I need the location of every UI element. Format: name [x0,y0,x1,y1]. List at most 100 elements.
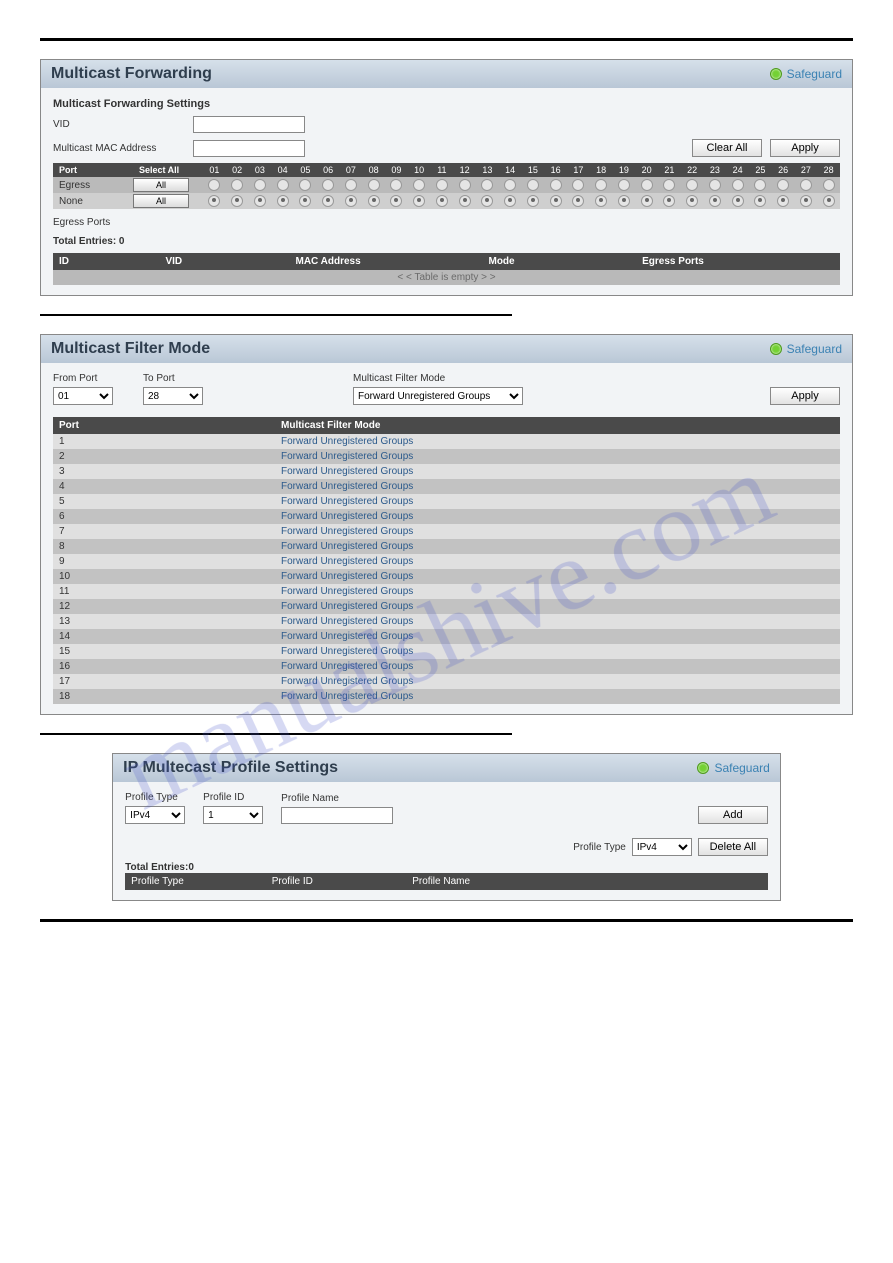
col-mode: Multicast Filter Mode [275,417,840,434]
port-radio[interactable] [504,195,516,207]
port-radio[interactable] [800,179,812,191]
port-radio[interactable] [459,179,471,191]
port-row: EgressAll [53,177,840,193]
port-radio[interactable] [732,179,744,191]
port-radio[interactable] [663,195,675,207]
mac-input[interactable] [193,140,305,157]
port-radio[interactable] [686,195,698,207]
port-radio[interactable] [322,195,334,207]
row-label: None [53,194,133,209]
port-radio[interactable] [413,195,425,207]
to-port-label: To Port [143,373,203,384]
profile-id-select[interactable]: 1 [203,806,263,824]
port-radio[interactable] [777,195,789,207]
port-radio[interactable] [709,179,721,191]
port-radio[interactable] [527,179,539,191]
port-radio[interactable] [436,195,448,207]
port-radio[interactable] [481,195,493,207]
col-port: Port [53,417,275,434]
cell-port: 6 [53,509,275,524]
port-radio[interactable] [572,195,584,207]
delete-profile-type-select[interactable]: IPv4 [632,838,692,856]
port-radio[interactable] [277,195,289,207]
port-grid: Port Select All 010203040506070809101112… [53,163,840,209]
port-radio[interactable] [413,179,425,191]
port-radio[interactable] [254,179,266,191]
cell-port: 13 [53,614,275,629]
port-radio[interactable] [595,179,607,191]
port-radio[interactable] [754,179,766,191]
apply-button[interactable]: Apply [770,139,840,157]
port-radio[interactable] [823,179,835,191]
cell-port: 3 [53,464,275,479]
add-button[interactable]: Add [698,806,768,824]
port-radio[interactable] [368,179,380,191]
port-num-header: 01 [203,163,226,177]
port-radio[interactable] [777,179,789,191]
port-radio[interactable] [618,179,630,191]
port-num-header: 11 [431,163,454,177]
apply-button[interactable]: Apply [770,387,840,405]
mode-label: Multicast Filter Mode [353,373,523,384]
total-entries: Total Entries: 0 [53,236,840,247]
delete-all-button[interactable]: Delete All [698,838,768,856]
port-radio[interactable] [527,195,539,207]
cell-mode: Forward Unregistered Groups [275,674,840,689]
port-radio[interactable] [390,195,402,207]
port-radio[interactable] [800,195,812,207]
from-port-select[interactable]: 01 [53,387,113,405]
select-all-button[interactable]: All [133,194,189,208]
port-num-header: 24 [726,163,749,177]
panel-header: Multicast Filter Mode Safeguard [41,335,852,363]
port-radio[interactable] [277,179,289,191]
port-radio[interactable] [254,195,266,207]
panel-title: Multicast Filter Mode [51,340,210,358]
safeguard-badge: Safeguard [697,761,769,775]
port-radio[interactable] [345,179,357,191]
port-radio[interactable] [390,179,402,191]
port-row: NoneAll [53,193,840,209]
port-radio[interactable] [641,195,653,207]
to-port-select[interactable]: 28 [143,387,203,405]
port-radio[interactable] [709,195,721,207]
cell-mode: Forward Unregistered Groups [275,479,840,494]
profile-type-select[interactable]: IPv4 [125,806,185,824]
select-all-button[interactable]: All [133,178,189,192]
port-radio[interactable] [345,195,357,207]
table-row: 18Forward Unregistered Groups [53,689,840,704]
port-radio[interactable] [663,179,675,191]
port-radio[interactable] [459,195,471,207]
table-row: 4Forward Unregistered Groups [53,479,840,494]
port-radio[interactable] [754,195,766,207]
filter-mode-select[interactable]: Forward Unregistered Groups [353,387,523,405]
table-row: 6Forward Unregistered Groups [53,509,840,524]
port-radio[interactable] [481,179,493,191]
port-radio[interactable] [823,195,835,207]
port-radio[interactable] [686,179,698,191]
port-radio[interactable] [595,195,607,207]
panel-header: IP Multecast Profile Settings Safeguard [113,754,780,782]
panel-title: Multicast Forwarding [51,65,212,83]
port-radio[interactable] [618,195,630,207]
port-radio[interactable] [322,179,334,191]
vid-input[interactable] [193,116,305,133]
panel-title: IP Multecast Profile Settings [123,759,338,777]
cell-mode: Forward Unregistered Groups [275,554,840,569]
port-radio[interactable] [299,195,311,207]
port-radio[interactable] [572,179,584,191]
port-radio[interactable] [550,195,562,207]
port-radio[interactable] [732,195,744,207]
divider [40,314,512,316]
port-radio[interactable] [231,179,243,191]
profile-name-input[interactable] [281,807,393,824]
clear-all-button[interactable]: Clear All [692,139,762,157]
port-radio[interactable] [299,179,311,191]
port-radio[interactable] [504,179,516,191]
port-radio[interactable] [436,179,448,191]
port-radio[interactable] [641,179,653,191]
port-radio[interactable] [368,195,380,207]
port-radio[interactable] [550,179,562,191]
port-radio[interactable] [231,195,243,207]
port-radio[interactable] [208,179,220,191]
port-radio[interactable] [208,195,220,207]
